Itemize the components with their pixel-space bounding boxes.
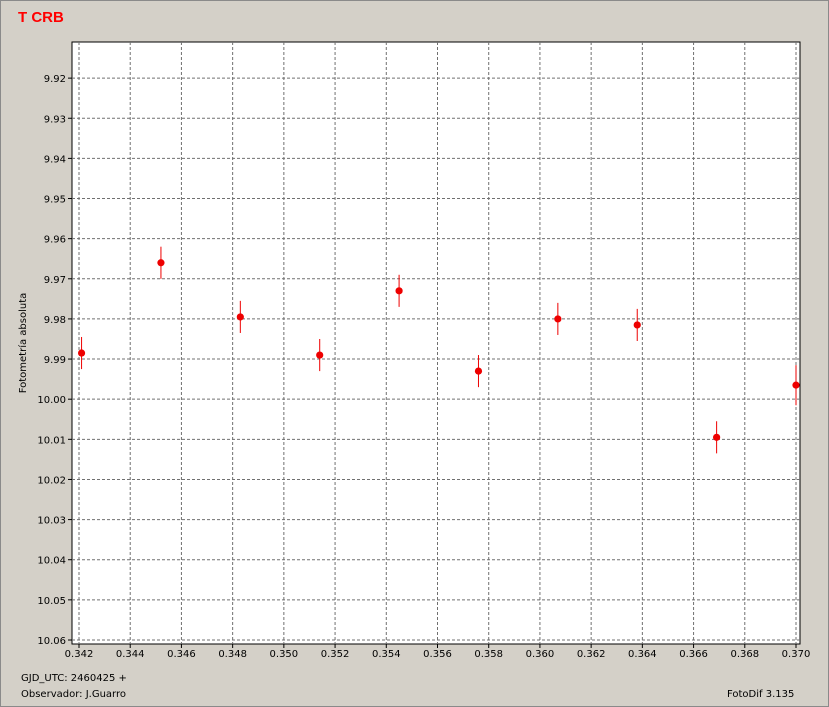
y-tick-label: 10.06	[37, 636, 66, 647]
x-tick-label: 0.352	[321, 649, 350, 660]
y-tick-label: 10.04	[37, 556, 66, 567]
y-tick-label: 10.01	[37, 435, 66, 446]
x-tick-label: 0.358	[474, 649, 503, 660]
gjd-label: GJD_UTC: 2460425 +	[21, 673, 127, 684]
y-tick-label: 9.94	[44, 154, 66, 165]
x-tick-label: 0.356	[423, 649, 452, 660]
x-tick-label: 0.350	[270, 649, 299, 660]
data-point	[713, 433, 721, 441]
y-tick-label: 9.93	[44, 114, 66, 125]
data-point	[554, 315, 562, 323]
x-tick-label: 0.342	[65, 649, 94, 660]
data-point	[157, 259, 165, 267]
y-tick-label: 10.00	[37, 395, 66, 406]
data-point	[236, 313, 244, 321]
x-tick-label: 0.346	[167, 649, 196, 660]
observer-label: Observador: J.Guarro	[21, 689, 126, 700]
y-tick-label: 10.03	[37, 516, 66, 527]
x-tick-label: 0.360	[526, 649, 555, 660]
x-tick-label: 0.362	[577, 649, 606, 660]
y-axis-ticks: 9.92 9.93 9.94 9.95 9.96 9.97 9.98 9.99 10.00 10.…	[37, 74, 72, 647]
data-point	[316, 351, 324, 359]
y-tick-label: 10.02	[37, 475, 66, 486]
y-tick-label: 9.98	[44, 315, 66, 326]
x-tick-label: 0.366	[679, 649, 708, 660]
x-tick-label: 0.370	[782, 649, 811, 660]
y-axis-label: Fotometría absoluta	[17, 293, 29, 394]
y-tick-label: 10.05	[37, 596, 66, 607]
x-axis-ticks: 0.342 0.344 0.346 0.348 0.350 0.352 0.354 0.356…	[65, 644, 811, 660]
chart-plot: 0.342 0.344 0.346 0.348 0.350 0.352 0.354 0.356…	[17, 41, 811, 660]
y-tick-label: 9.97	[44, 275, 66, 286]
x-tick-label: 0.368	[730, 649, 759, 660]
y-tick-label: 9.96	[44, 235, 66, 246]
x-tick-label: 0.364	[628, 649, 657, 660]
x-tick-label: 0.348	[218, 649, 247, 660]
y-tick-label: 9.95	[44, 195, 66, 206]
data-point	[77, 349, 86, 357]
software-label: FotoDif 3.135	[727, 689, 795, 700]
data-point	[474, 367, 483, 375]
x-tick-label: 0.354	[372, 649, 401, 660]
y-tick-label: 9.92	[44, 74, 66, 85]
data-point	[395, 287, 403, 295]
data-point	[633, 321, 641, 329]
data-point	[792, 381, 800, 389]
x-tick-label: 0.344	[116, 649, 145, 660]
y-tick-label: 9.99	[44, 355, 66, 366]
